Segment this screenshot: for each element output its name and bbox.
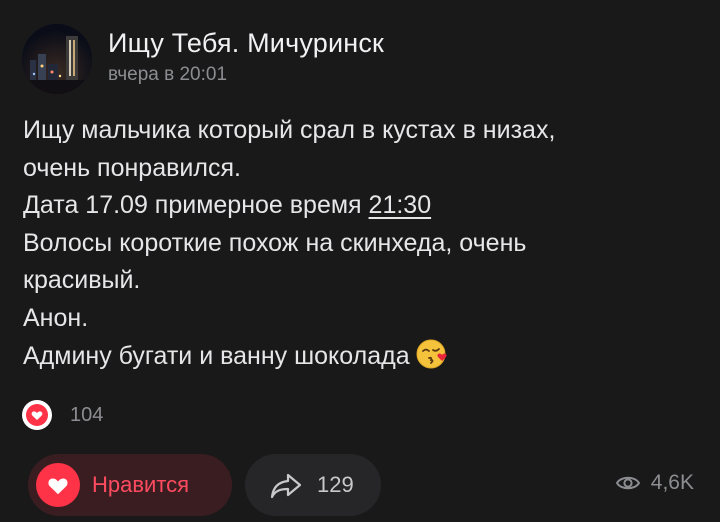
post-header: Ищу Тебя. Мичуринск вчера в 20:01	[22, 24, 384, 94]
avatar[interactable]	[22, 24, 92, 94]
views-count: 4,6K	[650, 471, 694, 494]
like-button[interactable]: Нравится	[28, 454, 232, 516]
post-line: Ищу мальчика который срал в кустах в низ…	[23, 116, 556, 144]
post-line: очень понравился.	[23, 153, 241, 182]
heart-icon	[36, 463, 80, 507]
heart-icon	[22, 400, 52, 430]
views-counter: 4,6K	[615, 471, 694, 495]
post-line-date-text: Дата 17.09 примерное время	[23, 191, 369, 219]
share-button[interactable]: 129	[245, 454, 381, 516]
reactions-summary[interactable]: 104	[22, 400, 103, 430]
post-text: Ищу мальчика который срал в кустах в низ…	[23, 112, 703, 376]
eye-icon	[615, 476, 640, 490]
kissing-face-with-heart-icon	[415, 337, 449, 371]
post-line-last-text: Админу бугати и ванну шоколада	[23, 342, 410, 370]
post-line: Волосы короткие похож на скинхеда, очень	[23, 228, 527, 257]
post-card: Ищу Тебя. Мичуринск вчера в 20:01 Ищу ма…	[0, 0, 720, 522]
action-bar: Нравится 129 4,6K	[0, 454, 720, 516]
share-count: 129	[317, 472, 354, 497]
post-timestamp[interactable]: вчера в 20:01	[108, 64, 384, 86]
post-line: Анон.	[23, 303, 89, 332]
time-link[interactable]: 21:30	[369, 191, 432, 219]
community-title[interactable]: Ищу Тебя. Мичуринск	[108, 28, 384, 59]
post-line-date: Дата 17.09 примерное время 21:30	[23, 187, 703, 225]
share-arrow-icon	[270, 473, 302, 499]
like-label: Нравится	[92, 472, 190, 497]
post-line: красивый.	[23, 266, 141, 294]
reactions-count: 104	[70, 403, 104, 426]
post-line-last: Админу бугати и ванну шоколада	[23, 337, 703, 376]
header-text: Ищу Тебя. Мичуринск вчера в 20:01	[108, 28, 384, 86]
